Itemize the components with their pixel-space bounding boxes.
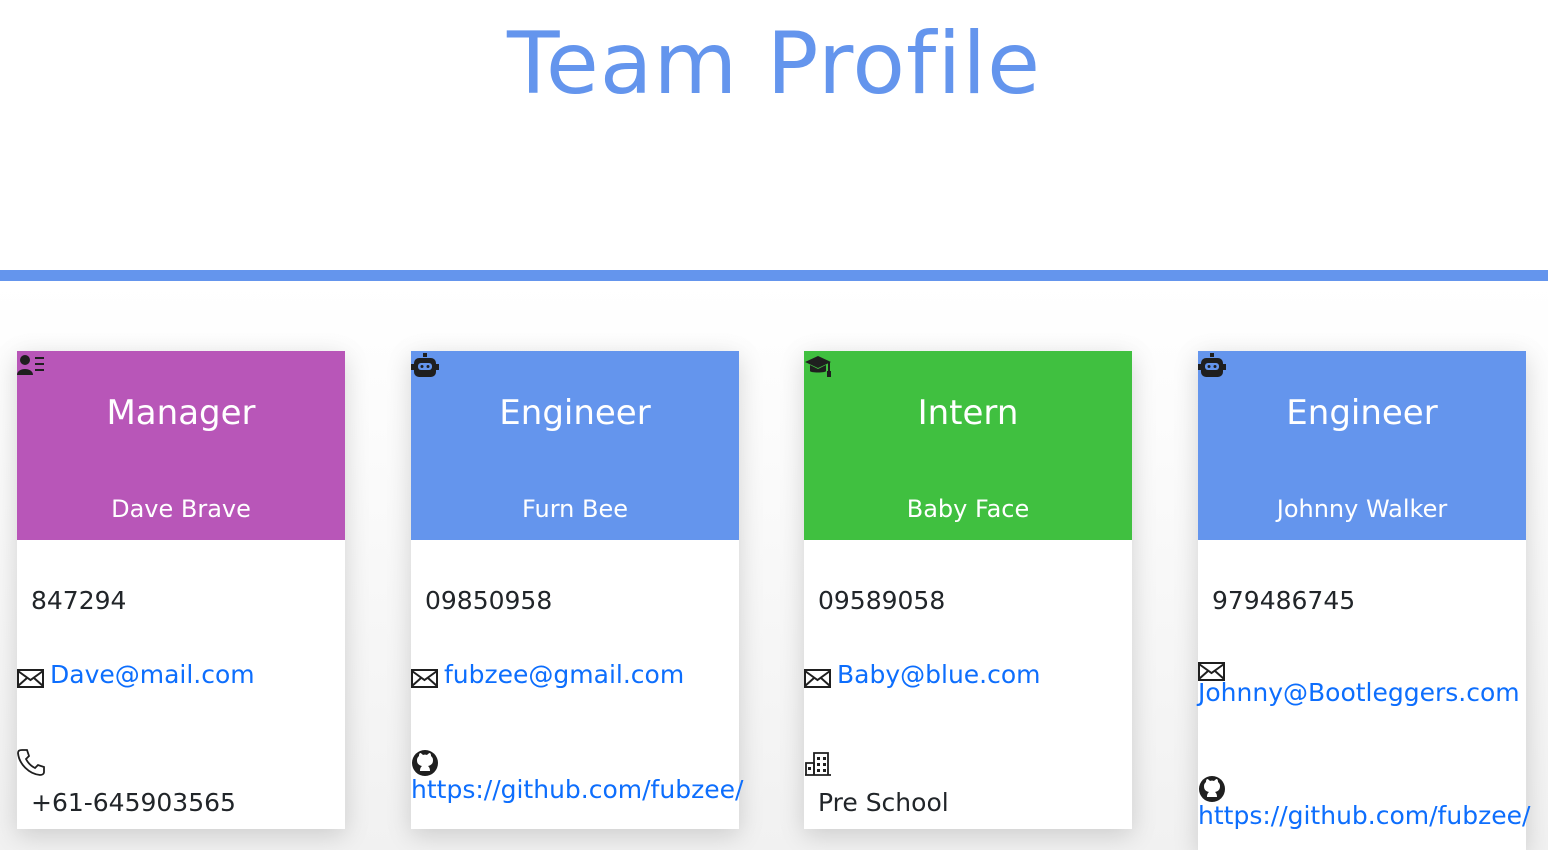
- github-link[interactable]: https://github.com/fubzee/: [411, 773, 743, 807]
- card-role: Engineer: [1286, 393, 1438, 433]
- employee-id: 979486745: [1212, 586, 1356, 615]
- employee-card-engineer: Engineer Johnny Walker 979486745 Johnny@…: [1198, 351, 1530, 850]
- building-icon: [804, 749, 832, 777]
- page-header: Team Profile: [0, 0, 1548, 270]
- employee-id: 09589058: [818, 586, 946, 615]
- phone-icon: [17, 748, 45, 776]
- card-name: Johnny Walker: [1276, 495, 1448, 523]
- envelope-icon: [804, 665, 831, 688]
- email-row: Baby@blue.com: [804, 658, 1132, 692]
- employee-id: 847294: [31, 586, 127, 615]
- card-name: Baby Face: [906, 495, 1030, 523]
- robot-icon: [1198, 353, 1226, 379]
- card-role: Intern: [917, 393, 1019, 433]
- team-profile-page: Team Profile Manager Dave Brave 847294 D…: [0, 0, 1548, 850]
- card-name: Furn Bee: [522, 495, 628, 523]
- employee-card-intern: Intern Baby Face 09589058 Baby@blue.com …: [804, 351, 1132, 829]
- employee-card-engineer: Engineer Furn Bee 09850958 fubzee@gmail.…: [411, 351, 743, 829]
- card-header: Manager Dave Brave: [17, 351, 345, 540]
- envelope-icon: [1198, 658, 1225, 681]
- card-name: Dave Brave: [111, 495, 251, 523]
- card-header: Engineer Furn Bee: [411, 351, 739, 540]
- email-row: fubzee@gmail.com: [411, 658, 739, 692]
- email-row: Johnny@Bootleggers.com: [1198, 658, 1526, 710]
- card-header: Intern Baby Face: [804, 351, 1132, 540]
- school-name: Pre School: [818, 788, 949, 817]
- email-row: Dave@mail.com: [17, 658, 345, 692]
- card-role: Engineer: [499, 393, 651, 433]
- card-header: Engineer Johnny Walker: [1198, 351, 1526, 540]
- email-link[interactable]: Baby@blue.com: [837, 660, 1041, 689]
- header-divider: [0, 270, 1548, 281]
- id-card-icon: [17, 353, 45, 379]
- office-number: +61-645903565: [31, 788, 236, 817]
- email-link[interactable]: Johnny@Bootleggers.com: [1198, 678, 1520, 707]
- email-link[interactable]: fubzee@gmail.com: [444, 660, 684, 689]
- email-link[interactable]: Dave@mail.com: [50, 660, 255, 689]
- graduation-cap-icon: [804, 353, 832, 379]
- envelope-icon: [411, 665, 438, 688]
- github-link[interactable]: https://github.com/fubzee/: [1198, 799, 1530, 833]
- robot-icon: [411, 353, 439, 379]
- card-role: Manager: [106, 393, 256, 433]
- page-title: Team Profile: [506, 14, 1042, 114]
- employee-id: 09850958: [425, 586, 553, 615]
- employee-card-manager: Manager Dave Brave 847294 Dave@mail.com …: [17, 351, 345, 829]
- envelope-icon: [17, 665, 44, 688]
